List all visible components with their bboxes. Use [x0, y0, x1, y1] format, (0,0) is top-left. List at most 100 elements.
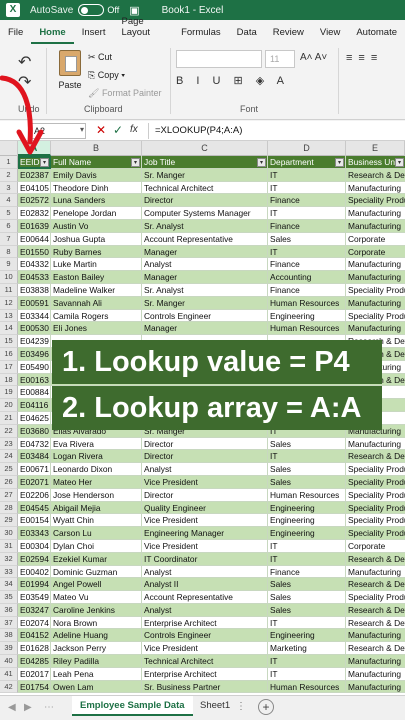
tab-data[interactable]: Data: [229, 27, 265, 44]
cell[interactable]: Vice President: [142, 539, 268, 553]
row-header[interactable]: 39: [0, 642, 18, 656]
cell[interactable]: Logan Rivera: [51, 450, 142, 464]
cell[interactable]: E00884: [18, 386, 51, 400]
cell[interactable]: E00530: [18, 322, 51, 336]
cell[interactable]: Manufacturing: [346, 437, 405, 451]
cell[interactable]: Eli Jones: [51, 322, 142, 336]
cell[interactable]: Account Representative: [142, 232, 268, 246]
font-format-buttons[interactable]: B I U ⊞ ◈ A: [176, 74, 289, 87]
cell[interactable]: E02572: [18, 194, 51, 208]
cell[interactable]: E03680: [18, 424, 51, 438]
row-header[interactable]: 13: [0, 309, 18, 323]
row-header[interactable]: 33: [0, 565, 18, 579]
cell[interactable]: Finance: [268, 219, 346, 233]
cell[interactable]: IT: [268, 552, 346, 566]
row-header[interactable]: 37: [0, 616, 18, 630]
row-header[interactable]: 21: [0, 411, 18, 425]
cell[interactable]: Leah Pena: [51, 667, 142, 681]
save-icon[interactable]: ▣: [129, 4, 139, 17]
cell[interactable]: Jackson Perry: [51, 642, 142, 656]
cell[interactable]: Vice President: [142, 642, 268, 656]
cell[interactable]: IT: [268, 181, 346, 195]
cell[interactable]: E04533: [18, 271, 51, 284]
row-header[interactable]: 20: [0, 399, 18, 412]
cell[interactable]: Vice President: [142, 475, 268, 489]
row-header[interactable]: 31: [0, 539, 18, 553]
cell[interactable]: Sr. Business Partner: [142, 680, 268, 694]
cell[interactable]: Luna Sanders: [51, 194, 142, 208]
cell[interactable]: Speciality Products: [346, 527, 405, 540]
tab-page-layout[interactable]: Page Layout: [113, 16, 173, 44]
cell[interactable]: Analyst II: [142, 578, 268, 592]
cell[interactable]: Speciality Products: [346, 194, 405, 208]
row-header[interactable]: 42: [0, 680, 18, 694]
cell[interactable]: Mateo Vu: [51, 591, 142, 604]
column-header-d[interactable]: D: [268, 141, 346, 156]
cell[interactable]: Director: [142, 450, 268, 464]
cell[interactable]: Mateo Her: [51, 475, 142, 489]
cell[interactable]: Analyst: [142, 258, 268, 272]
cell[interactable]: Carson Lu: [51, 527, 142, 540]
prev-sheet-icon[interactable]: ◀: [8, 702, 16, 713]
row-header[interactable]: 11: [0, 283, 18, 297]
cell[interactable]: E00402: [18, 565, 51, 579]
cell[interactable]: E00591: [18, 296, 51, 310]
cell[interactable]: Account Representative: [142, 591, 268, 604]
cell[interactable]: E03496: [18, 347, 51, 361]
cell[interactable]: Nora Brown: [51, 616, 142, 630]
cell[interactable]: E02387: [18, 168, 51, 182]
cell[interactable]: Corporate: [346, 232, 405, 246]
filter-dropdown-icon[interactable]: ▾: [257, 158, 266, 167]
cell[interactable]: Speciality Products: [346, 475, 405, 489]
cell[interactable]: Accounting: [268, 271, 346, 284]
row-header[interactable]: 5: [0, 207, 18, 220]
cell[interactable]: Manufacturing: [346, 565, 405, 579]
cell[interactable]: E01628: [18, 642, 51, 656]
cell[interactable]: Full Name ▾: [51, 156, 142, 169]
row-header[interactable]: 23: [0, 437, 18, 451]
cell[interactable]: IT: [268, 655, 346, 668]
cell[interactable]: Speciality Products: [346, 283, 405, 297]
cell[interactable]: Ruby Barnes: [51, 245, 142, 259]
cell[interactable]: Director: [142, 194, 268, 208]
cell[interactable]: Sr. Manger: [142, 168, 268, 182]
cell[interactable]: IT: [268, 667, 346, 681]
row-header[interactable]: 27: [0, 488, 18, 502]
cell[interactable]: E02071: [18, 475, 51, 489]
cancel-icon[interactable]: ✕: [96, 123, 106, 137]
cell[interactable]: Manufacturing: [346, 271, 405, 284]
cell[interactable]: Emily Davis: [51, 168, 142, 182]
cell[interactable]: Sr. Analyst: [142, 219, 268, 233]
row-header[interactable]: 9: [0, 258, 18, 272]
cell[interactable]: Sales: [268, 603, 346, 617]
cell[interactable]: Dylan Choi: [51, 539, 142, 553]
cell[interactable]: Joshua Gupta: [51, 232, 142, 246]
font-name-select[interactable]: [176, 50, 262, 68]
row-header[interactable]: 3: [0, 181, 18, 195]
cell[interactable]: Manager: [142, 322, 268, 336]
cell[interactable]: E05490: [18, 360, 51, 374]
row-header[interactable]: 19: [0, 386, 18, 400]
cell[interactable]: Savannah Ali: [51, 296, 142, 310]
cell[interactable]: Director: [142, 488, 268, 502]
cell[interactable]: E01550: [18, 245, 51, 259]
cell[interactable]: Camila Rogers: [51, 309, 142, 323]
cell[interactable]: E03247: [18, 603, 51, 617]
row-header[interactable]: 41: [0, 667, 18, 681]
column-header-c[interactable]: C: [142, 141, 268, 156]
cell[interactable]: Engineering: [268, 527, 346, 540]
cell[interactable]: E03343: [18, 527, 51, 540]
cell[interactable]: Austin Vo: [51, 219, 142, 233]
cell[interactable]: Sales: [268, 232, 346, 246]
cell[interactable]: Computer Systems Manager: [142, 207, 268, 220]
cell[interactable]: E02074: [18, 616, 51, 630]
cell[interactable]: Theodore Dinh: [51, 181, 142, 195]
tab-home[interactable]: Home: [31, 27, 74, 44]
cell[interactable]: Jose Henderson: [51, 488, 142, 502]
cell[interactable]: Manufacturing: [346, 181, 405, 195]
cell[interactable]: E01754: [18, 680, 51, 694]
cell[interactable]: Marketing: [268, 642, 346, 656]
cell[interactable]: Human Resources: [268, 680, 346, 694]
cell[interactable]: Research & Development: [346, 603, 405, 617]
cell[interactable]: Sales: [268, 591, 346, 604]
